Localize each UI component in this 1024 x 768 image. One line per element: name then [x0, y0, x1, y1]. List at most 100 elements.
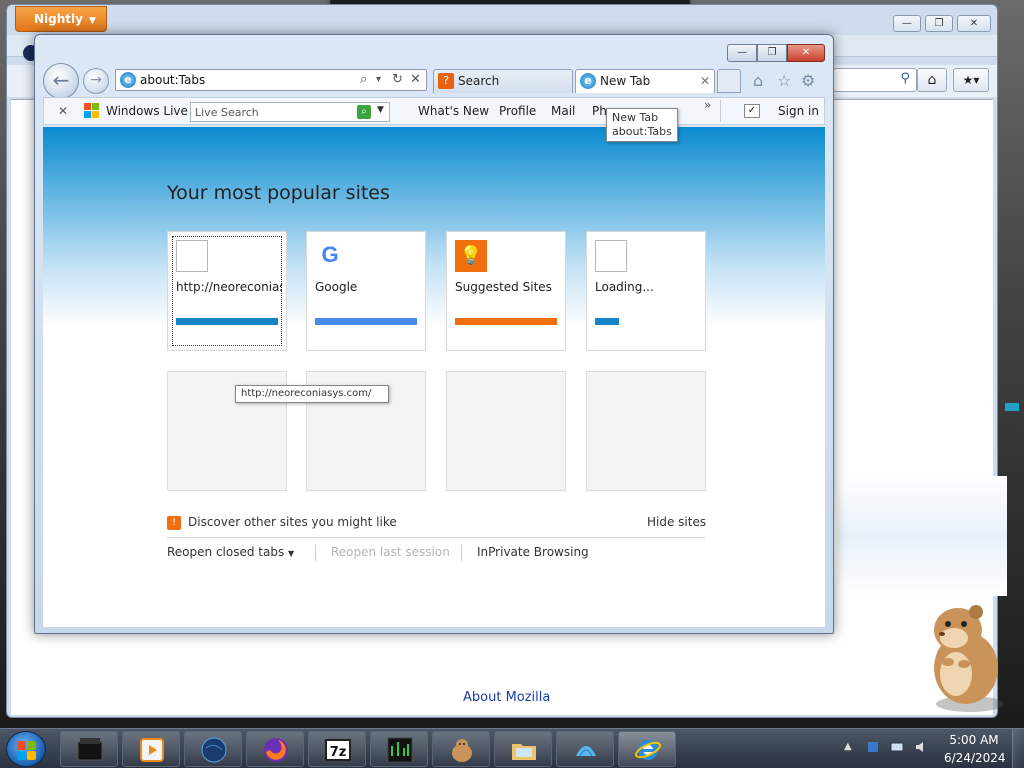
task-manager-icon [387, 737, 413, 763]
bookmarks-button[interactable]: ★▾ [953, 68, 989, 92]
windows-logo-icon [84, 103, 100, 119]
back-button[interactable]: ← [43, 63, 79, 99]
site-tile-title: Loading... [595, 280, 654, 294]
stop-icon[interactable]: ✕ [410, 72, 421, 87]
tab-new-tab[interactable]: e New Tab ✕ [575, 69, 715, 93]
start-button[interactable] [6, 731, 46, 767]
site-tile-bar [595, 318, 619, 325]
checkbox-icon[interactable]: ✓ [744, 104, 760, 118]
chevron-down-icon: ▼ [288, 549, 295, 558]
shell-icon [576, 746, 596, 757]
firefox-icon [264, 738, 288, 762]
site-tile-2[interactable]: G Google [306, 231, 426, 351]
windows-live-link[interactable]: Windows Live [106, 104, 188, 118]
home-icon[interactable]: ⌂ [753, 71, 763, 90]
live-search-placeholder: Live Search [195, 106, 259, 119]
command-bar: ✕ Windows Live Live Search ⌕ ▼ What's Ne… [43, 97, 825, 125]
page-accent-mark [1005, 403, 1019, 411]
divider [461, 545, 462, 561]
media-player-icon [140, 738, 164, 762]
taskbar-item[interactable] [432, 731, 490, 767]
empty-site-tile[interactable] [586, 371, 706, 491]
about-mozilla-link[interactable]: About Mozilla [463, 690, 550, 705]
clock-time[interactable]: 5:00 AM [948, 733, 1000, 747]
site-thumbnail [595, 240, 627, 272]
page-decoration [837, 476, 1007, 596]
taskbar-item[interactable] [370, 731, 428, 767]
taskbar-item[interactable] [556, 731, 614, 767]
taskbar-item[interactable] [60, 731, 118, 767]
inprivate-browsing-link[interactable]: InPrivate Browsing [477, 545, 589, 559]
taskbar-item[interactable] [184, 731, 242, 767]
tab-tooltip: New Tab about:Tabs [606, 108, 678, 142]
taskbar-item[interactable] [122, 731, 180, 767]
mail-link[interactable]: Mail [551, 104, 575, 118]
whats-new-link[interactable]: What's New [418, 104, 489, 118]
site-tile-1[interactable]: http://neoreconiasys.com/ [167, 231, 287, 351]
more-links-chevron-icon[interactable]: » [704, 98, 711, 112]
hamster-gadget-icon[interactable] [918, 604, 1008, 714]
network-icon[interactable] [890, 740, 904, 754]
taskbar-item[interactable]: 7z [308, 731, 366, 767]
profile-link[interactable]: Profile [499, 104, 536, 118]
search-icon[interactable]: ⚲ [900, 71, 910, 86]
nightly-label: Nightly [34, 12, 83, 26]
hamster-icon [452, 739, 472, 762]
close-toolbar-icon[interactable]: ✕ [58, 104, 68, 118]
refresh-icon[interactable]: ↻ [392, 72, 403, 87]
favorites-star-icon[interactable]: ☆ [777, 71, 791, 90]
firefox-search-input[interactable]: ⚲ [833, 68, 917, 92]
forward-button[interactable]: → [83, 68, 109, 94]
maximize-button[interactable]: ❐ [757, 44, 787, 62]
search-icon[interactable]: ⌕ [360, 72, 367, 87]
address-text[interactable]: about:Tabs [140, 73, 205, 87]
ie-logo-icon: e [120, 72, 136, 88]
search-tab-icon: ? [438, 73, 454, 89]
chevron-down-icon[interactable]: ▼ [377, 105, 384, 115]
tab-search[interactable]: ? Search [433, 69, 573, 93]
taskbar-item[interactable] [246, 731, 304, 767]
discover-sites-link[interactable]: Discover other sites you might like [188, 515, 397, 529]
minimize-button[interactable]: — [727, 44, 757, 62]
folder-icon [512, 744, 536, 760]
nightly-menu-button[interactable]: Nightly ▼ [15, 6, 107, 32]
tooltip-url: about:Tabs [612, 125, 672, 138]
suggested-sites-icon: 💡 [455, 240, 487, 272]
reopen-closed-tabs-link[interactable]: Reopen closed tabs ▼ [167, 545, 294, 559]
minimize-button[interactable]: — [893, 15, 921, 32]
site-tile-bar [176, 318, 278, 325]
site-tile-4[interactable]: Loading... [586, 231, 706, 351]
new-tab-button[interactable] [717, 69, 741, 93]
show-desktop-button[interactable] [1012, 729, 1024, 768]
ie-logo-icon: e [580, 73, 596, 89]
tab-label: Search [458, 74, 500, 88]
7zip-label: 7z [330, 745, 347, 760]
volume-icon[interactable] [914, 740, 928, 754]
home-button[interactable]: ⌂ [917, 68, 947, 92]
live-search-input[interactable]: Live Search ⌕ ▼ [190, 102, 390, 122]
7zip-icon: 7z [325, 739, 351, 761]
internet-explorer-window[interactable]: — ❐ ✕ ← → e about:Tabs ⌕ ▾ ↻ ✕ ? Search … [34, 34, 834, 634]
reopen-last-session-link: Reopen last session [331, 545, 450, 559]
tooltip-title: New Tab [612, 111, 659, 124]
chevron-down-icon[interactable]: ▾ [376, 74, 381, 85]
reopen-closed-tabs-label: Reopen closed tabs [167, 545, 285, 559]
show-hidden-icons-icon[interactable]: ▲ [844, 741, 852, 752]
search-go-icon[interactable]: ⌕ [357, 105, 371, 119]
action-center-icon[interactable] [866, 740, 880, 754]
close-tab-icon[interactable]: ✕ [700, 70, 710, 92]
taskbar-item-active[interactable] [618, 731, 676, 767]
close-button[interactable]: ✕ [957, 15, 991, 32]
empty-site-tile[interactable] [446, 371, 566, 491]
chevron-down-icon: ▼ [88, 16, 96, 26]
clock-date[interactable]: 6/24/2024 [944, 751, 1006, 765]
taskbar-item[interactable] [494, 731, 552, 767]
hide-sites-link[interactable]: Hide sites [647, 515, 706, 529]
site-tile-3[interactable]: 💡 Suggested Sites [446, 231, 566, 351]
site-tile-title: Suggested Sites [455, 280, 552, 294]
address-bar[interactable]: e about:Tabs ⌕ ▾ ↻ ✕ [115, 69, 427, 91]
maximize-button[interactable]: ❐ [925, 15, 953, 32]
gear-icon[interactable]: ⚙ [801, 71, 815, 90]
sign-in-link[interactable]: Sign in [778, 104, 819, 118]
close-button[interactable]: ✕ [787, 44, 825, 62]
